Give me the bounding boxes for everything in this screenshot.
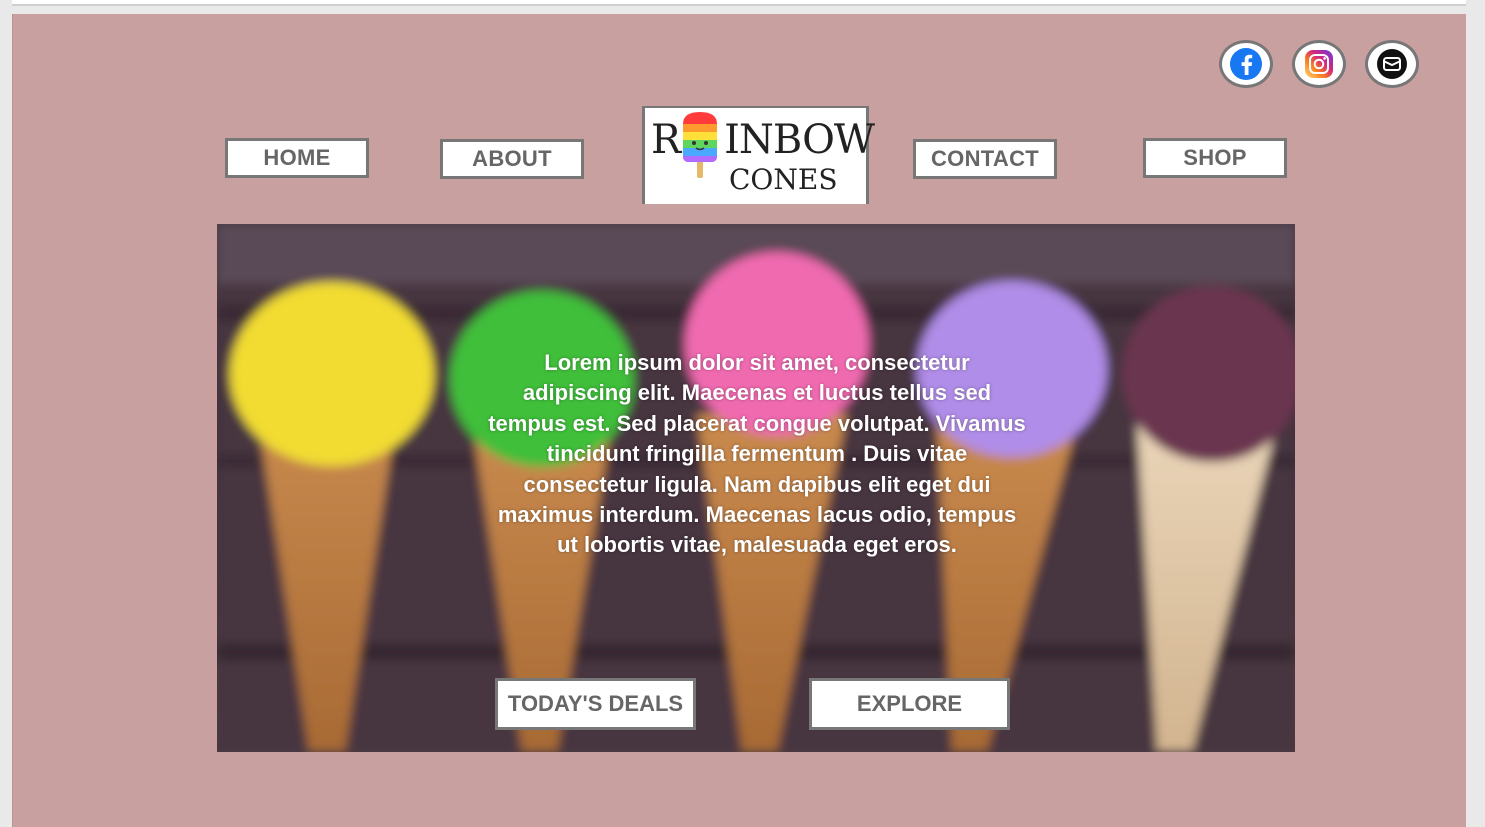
page-body: HOME ABOUT CONTACT SHOP R INBOW CONES Lo…	[12, 14, 1466, 827]
facebook-icon	[1230, 48, 1262, 80]
nav-contact-button[interactable]: CONTACT	[913, 139, 1057, 179]
instagram-link[interactable]	[1292, 40, 1346, 88]
mail-link[interactable]	[1365, 40, 1419, 88]
right-gutter	[1466, 14, 1485, 827]
todays-deals-button[interactable]: TODAY'S DEALS	[495, 678, 696, 730]
nav-home-button[interactable]: HOME	[225, 138, 369, 178]
rainbow-popsicle-icon	[683, 112, 717, 178]
logo-subtitle: CONES	[729, 163, 838, 196]
instagram-icon	[1305, 50, 1333, 78]
nav-about-button[interactable]: ABOUT	[440, 139, 584, 179]
logo-letter-r: R	[651, 117, 681, 163]
explore-button[interactable]: EXPLORE	[809, 678, 1010, 730]
browser-top-strip	[12, 0, 1466, 6]
nav-shop-button[interactable]: SHOP	[1143, 138, 1287, 178]
facebook-link[interactable]	[1219, 40, 1273, 88]
rainbow-cones-logo[interactable]: R INBOW CONES	[642, 106, 875, 204]
hero-description: Lorem ipsum dolor sit amet, consectetur …	[488, 350, 1026, 558]
logo-word-inbow: INBOW	[724, 117, 875, 163]
hero-banner: Lorem ipsum dolor sit amet, consectetur …	[217, 224, 1295, 752]
mail-icon	[1377, 49, 1407, 79]
